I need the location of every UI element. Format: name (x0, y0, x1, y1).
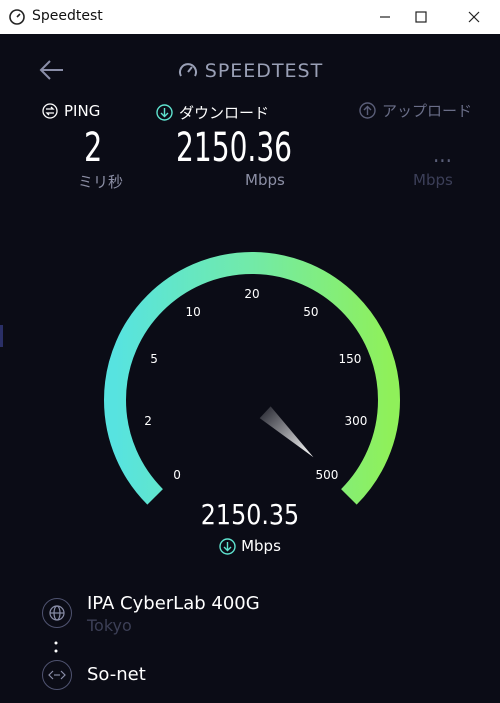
gauge-unit-row: Mbps (0, 537, 500, 555)
gauge-label-300: 300 (344, 413, 368, 428)
gauge-current-value: 2150.35 (200, 498, 300, 531)
gauge-unit: Mbps (241, 537, 281, 555)
isp-name: So-net (87, 664, 146, 685)
isp-connection-icon[interactable] (42, 660, 72, 690)
server-name[interactable]: IPA CyberLab 400G (87, 593, 260, 614)
gauge-needle (259, 406, 314, 458)
gauge-label-2: 2 (144, 413, 152, 428)
gauge-label-5: 5 (150, 352, 158, 367)
gauge-label-50: 50 (303, 304, 319, 319)
gauge-label-150: 150 (338, 352, 362, 367)
globe-icon (49, 605, 65, 621)
server-location: Tokyo (87, 616, 132, 635)
gauge-label-20: 20 (244, 287, 260, 301)
gauge-label-10: 10 (185, 304, 201, 319)
gauge-label-0: 0 (173, 467, 181, 482)
gauge-download-icon (219, 537, 236, 555)
server-globe-icon[interactable] (42, 598, 72, 628)
gauge-label-500: 500 (315, 467, 339, 482)
connector-dots (54, 641, 58, 653)
arrows-horizontal-icon (48, 670, 66, 680)
